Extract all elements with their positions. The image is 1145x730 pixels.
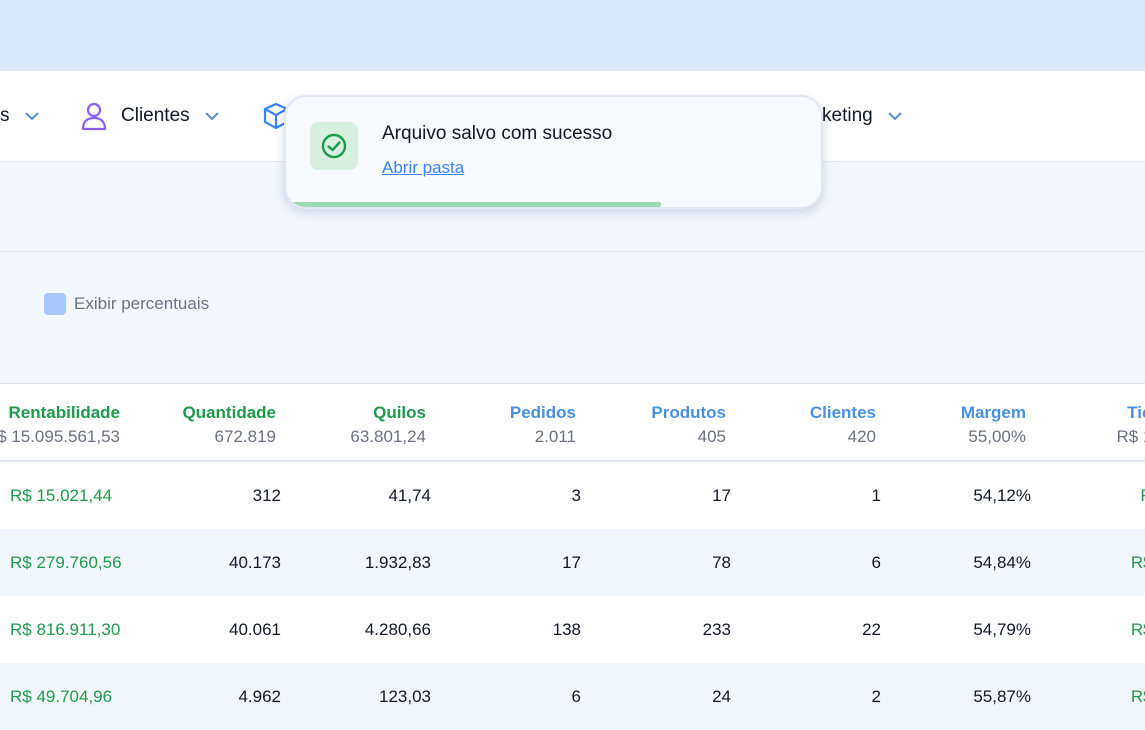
column-total: 63.801,24 — [350, 427, 426, 446]
table-cell: R$ 9. — [1140, 462, 1145, 529]
column-total: $ 15.095.561,53 — [0, 427, 120, 446]
column-header[interactable]: Pedidos 2.011 — [510, 403, 576, 447]
show-percent-toggle[interactable]: Exibir percentuais — [44, 293, 209, 315]
table-cell: 138 — [552, 620, 581, 639]
table-cell: 40.061 — [229, 620, 281, 639]
table-cell: 4.962 — [238, 687, 281, 706]
table-cell: 1 — [871, 486, 881, 505]
table-cell: R$ 30. — [1130, 553, 1145, 572]
user-icon — [81, 101, 107, 131]
column-header-label: Rentabilidade — [8, 403, 120, 422]
table-cell: 6 — [571, 687, 581, 706]
success-toast: Arquivo salvo com sucesso Abrir pasta — [284, 95, 823, 209]
show-percent-label: Exibir percentuais — [74, 294, 210, 313]
table-row[interactable]: R$ 15.021,44 312 41,74 3 17 1 54,12% R$ 9. — [0, 462, 1145, 529]
column-header-label: Clientes — [809, 403, 876, 422]
toast-progress-bar — [292, 202, 661, 207]
column-header-label: Pedidos — [509, 403, 576, 422]
top-header-bar — [0, 0, 1145, 71]
table-header: Rentabilidade $ 15.095.561,53 Quantidade 67… — [0, 383, 1145, 462]
column-total: 55,00% — [968, 427, 1026, 446]
table-cell: R$ 15.021,44 — [10, 486, 113, 505]
table-cell: 233 — [702, 620, 731, 639]
open-folder-link[interactable]: Abrir pasta — [382, 158, 464, 178]
table-cell: R$ 49.704,96 — [10, 687, 113, 706]
column-total: 420 — [847, 427, 876, 446]
nav-item-partial-left[interactable]: s — [0, 71, 40, 161]
show-percent-checkbox[interactable] — [44, 293, 66, 315]
table-cell: 55,87% — [973, 687, 1031, 706]
table-cell: 17 — [712, 486, 731, 505]
table-cell: R$ 279.760,56 — [10, 553, 122, 572]
nav-item-label: keting — [822, 105, 873, 126]
check-circle-icon — [310, 122, 358, 170]
table-cell: 54,84% — [973, 553, 1031, 572]
table-row[interactable]: R$ 279.760,56 40.173 1.932,83 17 78 6 54,84% R$… — [0, 529, 1145, 596]
chevron-down-icon — [204, 108, 220, 124]
table-cell: R$ 14. — [1130, 687, 1145, 706]
column-header-label: Margem — [960, 403, 1026, 422]
report-table: Rentabilidade $ 15.095.561,53 Quantidade 67… — [0, 383, 1145, 730]
nav-item-marketing[interactable]: keting — [822, 71, 903, 161]
column-header[interactable]: Quantidade 672.819 — [182, 403, 276, 447]
column-header-label: Produtos — [651, 403, 726, 422]
table-cell: 123,03 — [379, 687, 431, 706]
toast-title: Arquivo salvo com sucesso — [382, 123, 613, 144]
table-row[interactable]: R$ 816.911,30 40.061 4.280,66 138 233 22 54,79… — [0, 596, 1145, 663]
table-cell: 54,12% — [973, 486, 1031, 505]
chevron-down-icon — [24, 108, 40, 124]
table-cell: 4.280,66 — [364, 620, 431, 639]
table-cell: 17 — [562, 553, 581, 572]
column-header-label: Quantidade — [182, 403, 276, 422]
nav-item-clientes[interactable]: Clientes — [81, 71, 220, 161]
chevron-down-icon — [887, 108, 903, 124]
table-cell: 40.173 — [229, 553, 281, 572]
table-cell: 24 — [712, 687, 731, 706]
table-cell: R$ 10. — [1130, 620, 1145, 639]
table-cell: R$ 816.911,30 — [10, 620, 121, 639]
table-cell: 3 — [571, 486, 581, 505]
table-cell: 78 — [712, 553, 731, 572]
nav-item-label: Clientes — [121, 105, 190, 126]
column-total: R$ 13.6 — [1116, 427, 1145, 446]
column-total: 2.011 — [534, 427, 576, 446]
column-header[interactable]: Clientes 420 — [810, 403, 876, 447]
table-cell: 22 — [862, 620, 881, 639]
table-row[interactable]: R$ 49.704,96 4.962 123,03 6 24 2 55,87% R$ 14. — [0, 663, 1145, 730]
column-header[interactable]: Margem 55,00% — [961, 403, 1026, 447]
table-cell: 54,79% — [973, 620, 1031, 639]
column-header[interactable]: Ticket R$ 13.6 — [1116, 403, 1145, 447]
table-cell: 1.932,83 — [364, 553, 431, 572]
column-total: 405 — [697, 427, 726, 446]
column-total: 672.819 — [214, 427, 276, 446]
table-cell: 312 — [252, 486, 281, 505]
column-header[interactable]: Quilos 63.801,24 — [350, 403, 426, 447]
divider — [0, 251, 1145, 252]
column-header-label: Ticket — [1127, 403, 1145, 422]
column-header-label: Quilos — [373, 403, 426, 422]
table-cell: 41,74 — [388, 486, 431, 505]
column-header[interactable]: Rentabilidade $ 15.095.561,53 — [0, 403, 120, 447]
nav-item-label: s — [0, 105, 10, 126]
table-cell: 6 — [871, 553, 881, 572]
column-header[interactable]: Produtos 405 — [651, 403, 726, 447]
table-cell: 2 — [871, 687, 881, 706]
